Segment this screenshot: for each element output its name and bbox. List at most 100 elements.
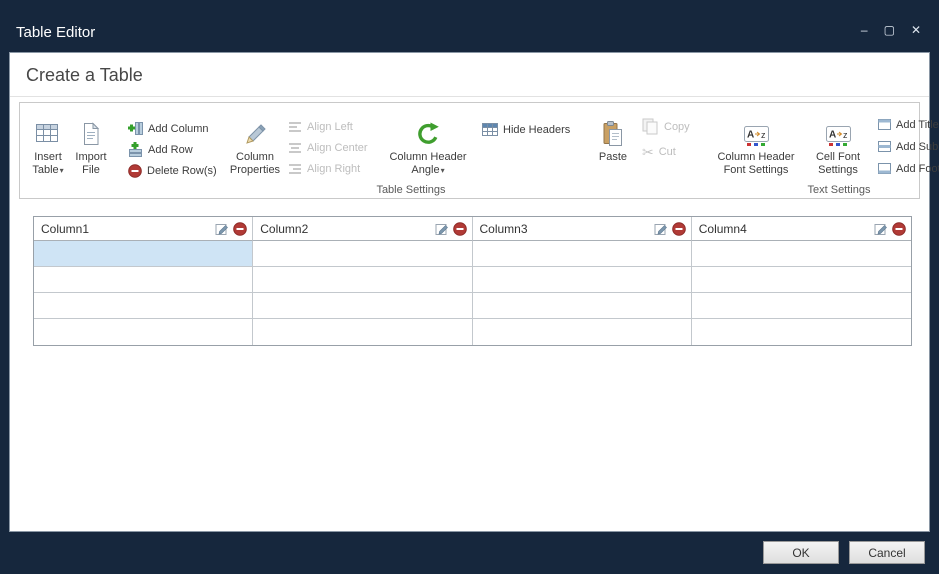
add-footer-label: Add Footer <box>896 163 939 175</box>
delete-rows-label: Delete Row(s) <box>147 165 217 177</box>
align-left-button[interactable]: Align Left <box>288 119 378 134</box>
edit-column-icon[interactable] <box>215 222 229 236</box>
delete-rows-icon <box>128 164 142 178</box>
table-settings-group-label: Table Settings <box>118 184 704 196</box>
svg-text:A: A <box>747 130 754 141</box>
clipboard-actions: Copy ✂ Cut <box>642 107 698 159</box>
column-header-label: Column4 <box>699 222 870 236</box>
table-cell[interactable] <box>253 241 472 267</box>
page-title: Create a Table <box>26 65 143 86</box>
add-sub-title-icon <box>878 140 891 153</box>
ribbon-group-table-settings: Add Column Add Row <box>118 103 704 198</box>
titlebar: Table Editor – ▢ ✕ <box>0 0 939 52</box>
insert-table-caret: ▾ <box>60 166 64 175</box>
hide-headers-label: Hide Headers <box>503 124 570 136</box>
minimize-button[interactable]: – <box>861 22 868 38</box>
add-column-label: Add Column <box>148 123 209 135</box>
table-cell[interactable] <box>253 319 472 345</box>
ribbon-toolbar: Insert Table▾ Import File <box>19 102 920 199</box>
table-cell[interactable] <box>34 293 253 319</box>
delete-column-icon[interactable] <box>672 222 686 236</box>
column-header-label: Column2 <box>260 222 430 236</box>
column-header[interactable]: Column3 <box>473 217 692 241</box>
table-cell[interactable] <box>253 267 472 293</box>
table-cell[interactable] <box>253 293 472 319</box>
close-button[interactable]: ✕ <box>911 22 921 38</box>
add-sub-title-label: Add Sub Title <box>896 141 939 153</box>
table-cell[interactable] <box>34 319 253 345</box>
add-footer-button[interactable]: Add Footer <box>878 161 939 176</box>
align-right-button[interactable]: Align Right <box>288 161 378 176</box>
column-header-angle-label: Column Header Angle <box>389 151 466 176</box>
table-cell[interactable] <box>473 267 692 293</box>
column-header[interactable]: Column4 <box>692 217 911 241</box>
column-header-font-settings-label: Column Header Font Settings <box>710 151 802 177</box>
table-cell[interactable] <box>473 319 692 345</box>
column-properties-label: Column Properties <box>228 151 282 177</box>
delete-column-icon[interactable] <box>453 222 467 236</box>
column-header[interactable]: Column1 <box>34 217 253 241</box>
hide-headers-button[interactable]: Hide Headers <box>482 107 582 136</box>
svg-text:z: z <box>843 130 848 140</box>
copy-button[interactable]: Copy <box>642 119 698 134</box>
edit-column-icon[interactable] <box>874 222 888 236</box>
maximize-button[interactable]: ▢ <box>884 22 895 38</box>
align-right-icon <box>288 163 302 175</box>
align-center-label: Align Center <box>307 142 368 154</box>
ribbon-group-file: Insert Table▾ Import File <box>20 103 118 198</box>
add-column-icon <box>128 121 143 136</box>
delete-rows-button[interactable]: Delete Row(s) <box>128 163 224 178</box>
align-right-label: Align Right <box>307 163 360 175</box>
cancel-button[interactable]: Cancel <box>849 541 925 564</box>
paste-label: Paste <box>599 151 627 164</box>
import-file-icon <box>81 115 101 147</box>
add-column-button[interactable]: Add Column <box>128 121 224 136</box>
window-controls: – ▢ ✕ <box>861 22 921 38</box>
table-cell-selected[interactable] <box>34 241 253 267</box>
align-left-icon <box>288 121 302 133</box>
column-properties-button[interactable]: Column Properties <box>228 107 282 177</box>
insert-table-button[interactable]: Insert Table▾ <box>26 107 70 177</box>
copy-icon <box>642 118 659 135</box>
add-sub-title-button[interactable]: Add Sub Title <box>878 139 939 154</box>
cut-label: Cut <box>659 146 676 158</box>
column-header[interactable]: Column2 <box>253 217 472 241</box>
column-header-angle-button[interactable]: Column Header Angle▾ <box>384 107 472 177</box>
copy-label: Copy <box>664 121 690 133</box>
cell-font-settings-label: Cell Font Settings <box>806 151 870 177</box>
ok-button[interactable]: OK <box>763 541 839 564</box>
table-cell[interactable] <box>473 293 692 319</box>
table-row <box>34 319 911 345</box>
edit-column-icon[interactable] <box>654 222 668 236</box>
import-file-button[interactable]: Import File <box>70 107 112 177</box>
table-cell[interactable] <box>34 267 253 293</box>
table-cell[interactable] <box>473 241 692 267</box>
column-header-font-settings-icon: A z <box>744 115 769 147</box>
add-row-button[interactable]: Add Row <box>128 142 224 157</box>
add-row-label: Add Row <box>148 144 193 156</box>
main-panel: Create a Table Insert Table <box>9 52 930 532</box>
table-cell[interactable] <box>692 293 911 319</box>
align-center-icon <box>288 142 302 154</box>
paste-button[interactable]: Paste <box>590 107 636 164</box>
svg-text:A: A <box>829 130 836 141</box>
heading-separator <box>10 96 929 97</box>
cell-font-settings-button[interactable]: A z Cell Font Settings <box>806 107 870 177</box>
cut-button[interactable]: ✂ Cut <box>642 144 698 159</box>
table-cell[interactable] <box>692 319 911 345</box>
align-center-button[interactable]: Align Center <box>288 140 378 155</box>
table-editor-window: Table Editor – ▢ ✕ Create a Table <box>0 0 939 574</box>
title-actions: Add Title Add Sub Title <box>878 107 939 176</box>
table-cell[interactable] <box>692 241 911 267</box>
alignment-actions: Align Left Align Center <box>288 107 378 176</box>
delete-column-icon[interactable] <box>892 222 906 236</box>
add-row-icon <box>128 142 143 157</box>
add-title-button[interactable]: Add Title <box>878 117 939 132</box>
add-footer-icon <box>878 162 891 175</box>
edit-column-icon[interactable] <box>435 222 449 236</box>
dialog-footer: OK Cancel <box>0 532 939 574</box>
table-cell[interactable] <box>692 267 911 293</box>
import-file-label: Import File <box>70 151 112 177</box>
column-header-font-settings-button[interactable]: A z Column Header Font Settings <box>710 107 802 177</box>
delete-column-icon[interactable] <box>233 222 247 236</box>
